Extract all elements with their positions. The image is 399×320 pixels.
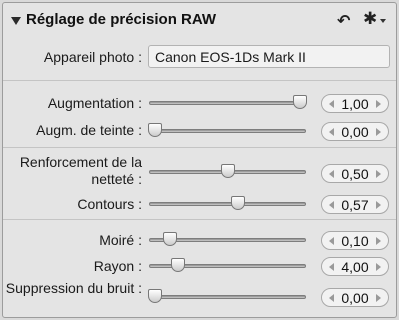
increment-arrow-icon[interactable]: [376, 100, 381, 108]
increment-arrow-icon[interactable]: [376, 170, 381, 178]
panel-title: Réglage de précision RAW: [26, 11, 217, 28]
stepper-sharpening[interactable]: 0,50: [321, 164, 389, 183]
slider-tint-boost[interactable]: [148, 123, 306, 137]
slider-thumb[interactable]: [148, 123, 162, 137]
slider-thumb[interactable]: [148, 289, 162, 303]
raw-fine-tuning-panel: Réglage de précision RAW ↶ ✱ Appareil ph…: [2, 2, 397, 318]
divider: [3, 219, 396, 220]
gear-icon[interactable]: ✱: [363, 9, 377, 29]
camera-label: Appareil photo :: [43, 49, 142, 65]
stepper-augmentation[interactable]: 1,00: [321, 94, 389, 113]
stepper-edges[interactable]: 0,57: [321, 195, 389, 214]
slider-thumb[interactable]: [162, 232, 177, 246]
slider-augmentation[interactable]: [149, 95, 307, 109]
slider-noise-reduction[interactable]: [148, 289, 306, 303]
label-tint-boost: Augm. de teinte :: [36, 122, 142, 138]
increment-arrow-icon[interactable]: [376, 237, 381, 245]
slider-thumb[interactable]: [230, 196, 245, 210]
undo-arrow-icon[interactable]: ↶: [337, 11, 350, 31]
divider: [3, 80, 396, 81]
label-noise-reduction: Suppression du bruit :: [5, 280, 142, 296]
slider-edges[interactable]: [149, 196, 306, 210]
slider-thumb[interactable]: [171, 258, 186, 272]
divider: [3, 147, 396, 148]
slider-radius[interactable]: [149, 258, 306, 272]
label-augmentation: Augmentation :: [47, 95, 142, 111]
label-edges: Contours :: [77, 196, 142, 212]
camera-model-field: Canon EOS-1Ds Mark II: [148, 45, 390, 68]
increment-arrow-icon[interactable]: [376, 294, 381, 302]
disclosure-triangle-icon[interactable]: [11, 17, 21, 25]
stepper-moire[interactable]: 0,10: [321, 231, 389, 250]
slider-moire[interactable]: [149, 232, 306, 246]
increment-arrow-icon[interactable]: [376, 128, 381, 136]
increment-arrow-icon[interactable]: [376, 201, 381, 209]
slider-sharpening[interactable]: [149, 164, 306, 178]
increment-arrow-icon[interactable]: [376, 263, 381, 271]
slider-thumb[interactable]: [293, 95, 307, 109]
label-moire: Moiré :: [99, 232, 142, 248]
slider-thumb[interactable]: [220, 164, 235, 178]
stepper-noise-reduction[interactable]: 0,00: [321, 288, 389, 307]
stepper-radius[interactable]: 4,00: [321, 257, 389, 276]
panel-header: Réglage de précision RAW ↶ ✱: [3, 3, 396, 39]
label-radius: Rayon :: [93, 258, 142, 274]
label-sharpening: Renforcement de la netteté :: [19, 154, 142, 187]
chevron-down-icon[interactable]: [380, 19, 386, 23]
stepper-tint-boost[interactable]: 0,00: [321, 122, 389, 141]
